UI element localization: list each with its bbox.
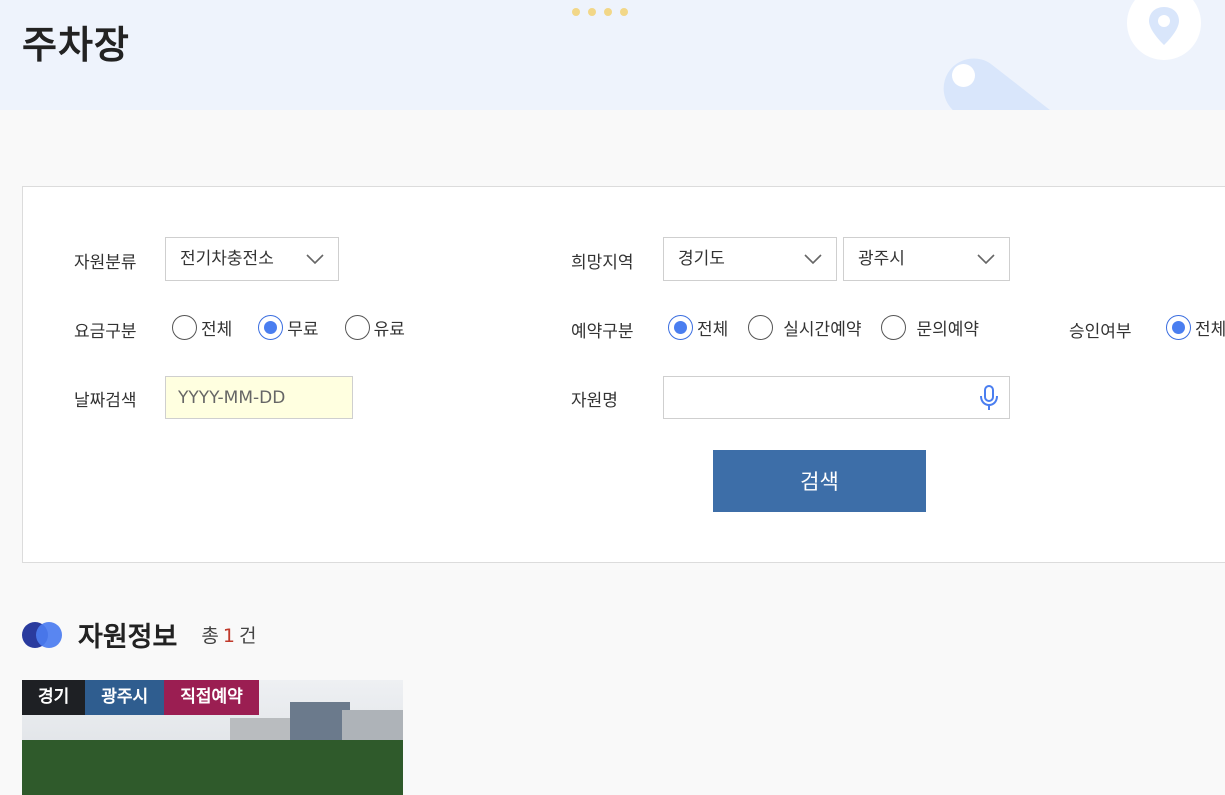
reservation-option-realtime[interactable]: 실시간예약 xyxy=(748,315,861,340)
resource-type-label: 자원분류 xyxy=(74,253,137,273)
section-bullet-icon xyxy=(22,621,64,649)
search-button[interactable]: 검색 xyxy=(713,450,926,512)
province-value: 경기도 xyxy=(678,249,725,269)
radio-button-checked[interactable] xyxy=(258,315,284,340)
chevron-down-icon xyxy=(804,254,822,265)
fee-label: 요금구분 xyxy=(74,322,137,342)
results-header: 자원정보 총1건 xyxy=(22,615,256,654)
microphone-icon[interactable] xyxy=(978,384,1000,412)
tag-reservation-type: 직접예약 xyxy=(164,680,259,715)
approval-option-all[interactable]: 전체 xyxy=(1166,315,1225,340)
chevron-down-icon xyxy=(306,254,324,265)
tag-region: 경기 xyxy=(22,680,86,715)
fee-option-paid[interactable]: 유료 xyxy=(344,315,405,340)
fee-option-all[interactable]: 전체 xyxy=(172,315,232,340)
resource-name-label: 자원명 xyxy=(571,391,618,411)
section-title: 자원정보 xyxy=(78,622,178,653)
reservation-option-all[interactable]: 전체 xyxy=(668,315,728,340)
fee-radio-group: 전체 무료 유료 xyxy=(172,315,425,340)
search-filter-panel: 자원분류 전기차충전소 희망지역 경기도 광주시 요금구분 전체 무료 유료 예… xyxy=(22,186,1225,563)
result-count: 총1건 xyxy=(201,625,257,647)
reservation-radio-group: 전체 실시간예약 문의예약 xyxy=(668,315,999,340)
resource-card[interactable]: 경기 광주시 직접예약 xyxy=(22,680,403,795)
date-label: 날짜검색 xyxy=(74,391,137,411)
radio-button-checked[interactable] xyxy=(668,315,693,340)
reservation-label: 예약구분 xyxy=(571,322,634,342)
province-select[interactable]: 경기도 xyxy=(663,237,837,281)
approval-radio-group: 전체 xyxy=(1166,315,1225,340)
fee-option-free[interactable]: 무료 xyxy=(258,315,319,340)
approval-label: 승인여부 xyxy=(1069,322,1132,342)
region-label: 희망지역 xyxy=(571,253,634,273)
decorative-circle xyxy=(952,64,975,87)
card-tags: 경기 광주시 직접예약 xyxy=(22,680,259,715)
city-select[interactable]: 광주시 xyxy=(843,237,1010,281)
tag-city: 광주시 xyxy=(85,680,165,715)
resource-type-value: 전기차충전소 xyxy=(180,249,274,269)
radio-button[interactable] xyxy=(344,315,370,340)
radio-button[interactable] xyxy=(881,315,907,340)
city-value: 광주시 xyxy=(858,249,905,269)
location-pin-icon xyxy=(1149,7,1179,45)
radio-button-checked[interactable] xyxy=(1166,315,1191,340)
page-title: 주차장 xyxy=(22,23,130,67)
chevron-down-icon xyxy=(977,254,995,265)
date-input[interactable] xyxy=(165,376,353,419)
resource-type-select[interactable]: 전기차충전소 xyxy=(165,237,339,281)
decorative-dots xyxy=(572,8,628,16)
radio-button[interactable] xyxy=(172,315,197,340)
page-header: 주차장 xyxy=(0,0,1225,110)
radio-button[interactable] xyxy=(748,315,774,340)
resource-name-input[interactable] xyxy=(663,376,1010,419)
reservation-option-inquiry[interactable]: 문의예약 xyxy=(881,315,979,340)
